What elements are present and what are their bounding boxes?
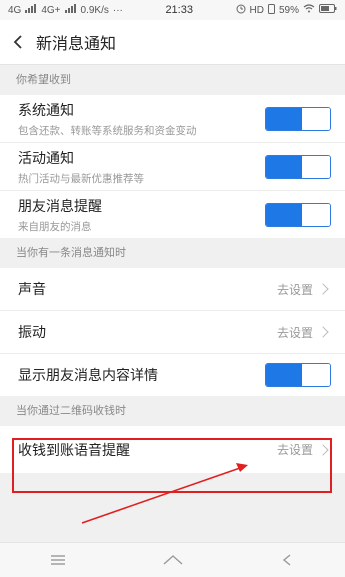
home-button[interactable] xyxy=(153,545,193,575)
signal-icon xyxy=(25,4,37,16)
row-title: 声音 xyxy=(18,281,46,297)
menu-icon xyxy=(50,555,65,565)
row-title: 收钱到账语音提醒 xyxy=(18,441,130,458)
system-notification-toggle[interactable] xyxy=(265,106,331,131)
section-header-message: 当你有一条消息通知时 xyxy=(0,238,345,268)
activity-notification-row[interactable]: 活动通知 热门活动与最新优惠推荐等 xyxy=(0,143,345,191)
section-header-receive: 你希望收到 xyxy=(0,65,345,95)
qrcode-group: 收钱到账语音提醒 去设置 xyxy=(0,426,345,473)
message-detail-toggle[interactable] xyxy=(265,363,331,387)
message-group: 声音 去设置 振动 去设置 显示朋友消息内容详情 xyxy=(0,268,345,396)
system-notification-row[interactable]: 系统通知 包含还款、转账等系统服务和资金变动 xyxy=(0,95,345,143)
system-nav-bar xyxy=(0,542,345,577)
wifi-icon xyxy=(303,4,315,16)
row-subtitle: 包含还款、转账等系统服务和资金变动 xyxy=(18,124,197,137)
activity-notification-toggle[interactable] xyxy=(265,154,331,179)
back-nav-icon xyxy=(282,554,290,566)
title-bar: 新消息通知 xyxy=(0,20,345,65)
friend-message-row[interactable]: 朋友消息提醒 来自朋友的消息 xyxy=(0,191,345,238)
row-subtitle: 热门活动与最新优惠推荐等 xyxy=(18,172,144,185)
voice-reminder-row[interactable]: 收钱到账语音提醒 去设置 xyxy=(0,426,345,473)
battery-percent: 59% xyxy=(278,4,299,16)
row-action: 去设置 xyxy=(276,282,313,297)
hd-badge: HD xyxy=(249,4,264,16)
friend-message-toggle[interactable] xyxy=(265,202,331,227)
row-action: 去设置 xyxy=(276,443,313,457)
status-bar: 4G 4G+ 0.9K/s ··· 21:33 HD 59% xyxy=(0,0,345,20)
more-dots: ··· xyxy=(112,4,123,16)
row-title: 朋友消息提醒 xyxy=(18,197,102,214)
nfc-icon xyxy=(267,3,275,17)
row-title: 活动通知 xyxy=(18,149,74,166)
carrier-1: 4G xyxy=(8,4,22,16)
battery-icon xyxy=(318,4,337,16)
signal-icon-2 xyxy=(64,4,77,16)
row-title: 系统通知 xyxy=(18,101,74,118)
row-subtitle: 来自朋友的消息 xyxy=(18,220,92,233)
back-nav-button[interactable] xyxy=(268,545,308,575)
carrier-2: 4G+ xyxy=(41,4,61,16)
back-arrow-icon xyxy=(13,35,22,49)
message-detail-row[interactable]: 显示朋友消息内容详情 xyxy=(0,354,345,396)
row-action: 去设置 xyxy=(276,325,313,340)
receive-group: 系统通知 包含还款、转账等系统服务和资金变动 活动通知 热门活动与最新优惠推荐等… xyxy=(0,95,345,238)
status-time: 21:33 xyxy=(165,4,193,16)
vibration-row[interactable]: 振动 去设置 xyxy=(0,311,345,354)
home-icon xyxy=(163,555,182,565)
back-button[interactable] xyxy=(0,20,36,64)
sound-row[interactable]: 声音 去设置 xyxy=(0,268,345,311)
alarm-icon xyxy=(236,4,246,17)
chevron-right-icon xyxy=(317,283,329,295)
chevron-right-icon xyxy=(317,443,329,456)
menu-button[interactable] xyxy=(38,545,78,575)
row-title: 振动 xyxy=(18,324,46,340)
row-title: 显示朋友消息内容详情 xyxy=(18,367,158,383)
network-speed: 0.9K/s xyxy=(80,4,109,16)
section-header-qrcode: 当你通过二维码收钱时 xyxy=(0,396,345,426)
chevron-right-icon xyxy=(317,326,329,338)
page-title: 新消息通知 xyxy=(36,36,117,53)
